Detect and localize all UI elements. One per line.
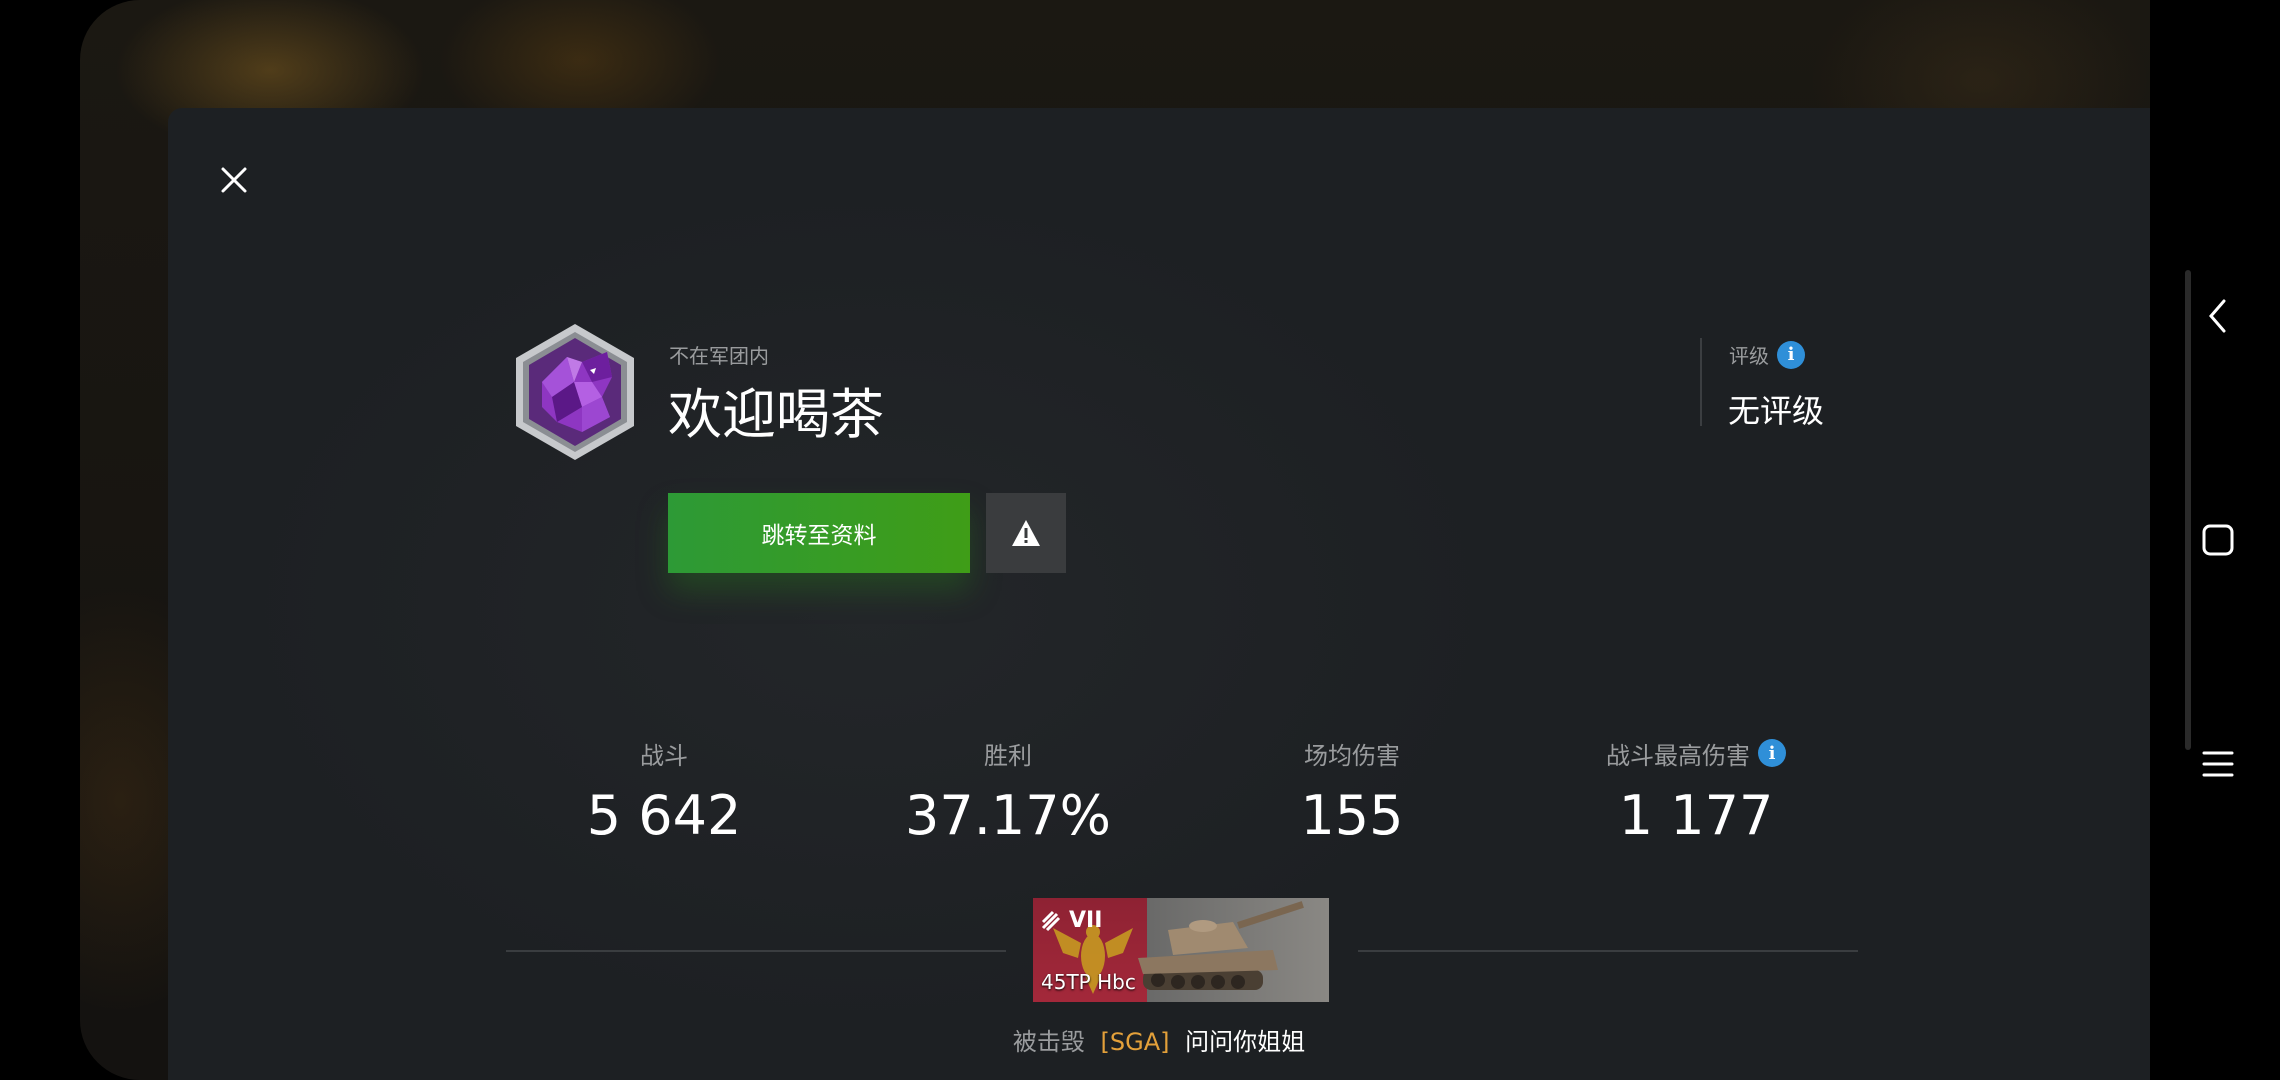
clan-status: 不在军团内 <box>669 344 769 368</box>
go-to-profile-button[interactable]: 跳转至资料 <box>668 493 970 573</box>
stat-avg-damage: 场均伤害 155 <box>1202 736 1502 848</box>
info-icon[interactable]: i <box>1777 340 1805 369</box>
menu-icon <box>2202 751 2234 777</box>
stat-label: 战斗最高伤害 <box>1606 741 1750 770</box>
rating-label-text: 评级 <box>1729 344 1769 368</box>
stat-label: 场均伤害 <box>1304 741 1400 770</box>
back-button[interactable] <box>2190 288 2246 344</box>
warning-icon <box>1012 520 1040 546</box>
go-to-profile-label: 跳转至资料 <box>761 523 877 549</box>
stat-victories: 胜利 37.17% <box>858 736 1158 848</box>
killed-by-line: 被击毁 [SGA] 问问你姐姐 <box>168 1022 2150 1057</box>
class-stripes-icon <box>1041 910 1061 932</box>
home-icon <box>2202 524 2234 556</box>
rating-label: 评级 i <box>1729 340 1805 369</box>
player-info-dialog: 不在军团内 欢迎喝茶 跳转至资料 评级 i 无评级 战斗 5 642 胜利 37… <box>168 108 2150 1080</box>
killed-by-prefix: 被击毁 <box>1012 1028 1085 1056</box>
tank-name: 45TP Hbc <box>1041 970 1136 994</box>
info-icon[interactable]: i <box>1758 739 1786 767</box>
stat-value: 5 642 <box>586 784 742 847</box>
stat-battles: 战斗 5 642 <box>514 736 814 848</box>
back-icon <box>2209 299 2226 333</box>
stat-value: 1 177 <box>1618 784 1774 847</box>
close-button[interactable] <box>210 156 258 204</box>
stat-label: 胜利 <box>984 741 1032 770</box>
tank-card[interactable]: VII 45TP Hbc <box>1033 898 1329 1002</box>
killer-clan-tag: [SGA] <box>1100 1028 1170 1056</box>
recents-button[interactable] <box>2190 736 2246 792</box>
stat-max-damage: 战斗最高伤害 i 1 177 <box>1546 736 1846 847</box>
rating-divider <box>1700 338 1702 426</box>
killer-name: 问问你姐姐 <box>1185 1028 1306 1056</box>
divider-left <box>506 950 1006 952</box>
stat-value: 37.17% <box>905 784 1111 847</box>
screen: 不在军团内 欢迎喝茶 跳转至资料 评级 i 无评级 战斗 5 642 胜利 37… <box>0 0 2280 1080</box>
player-avatar-icon <box>516 324 634 460</box>
divider-right <box>1358 950 1858 952</box>
report-button[interactable] <box>986 493 1066 573</box>
stat-label: 战斗 <box>640 741 688 770</box>
rating-value: 无评级 <box>1728 392 1825 430</box>
close-icon <box>221 167 247 193</box>
tank-tier: VII <box>1069 908 1103 933</box>
home-button[interactable] <box>2190 512 2246 568</box>
stat-value: 155 <box>1300 784 1404 847</box>
tank-icon <box>1138 901 1304 990</box>
player-name: 欢迎喝茶 <box>668 383 884 446</box>
